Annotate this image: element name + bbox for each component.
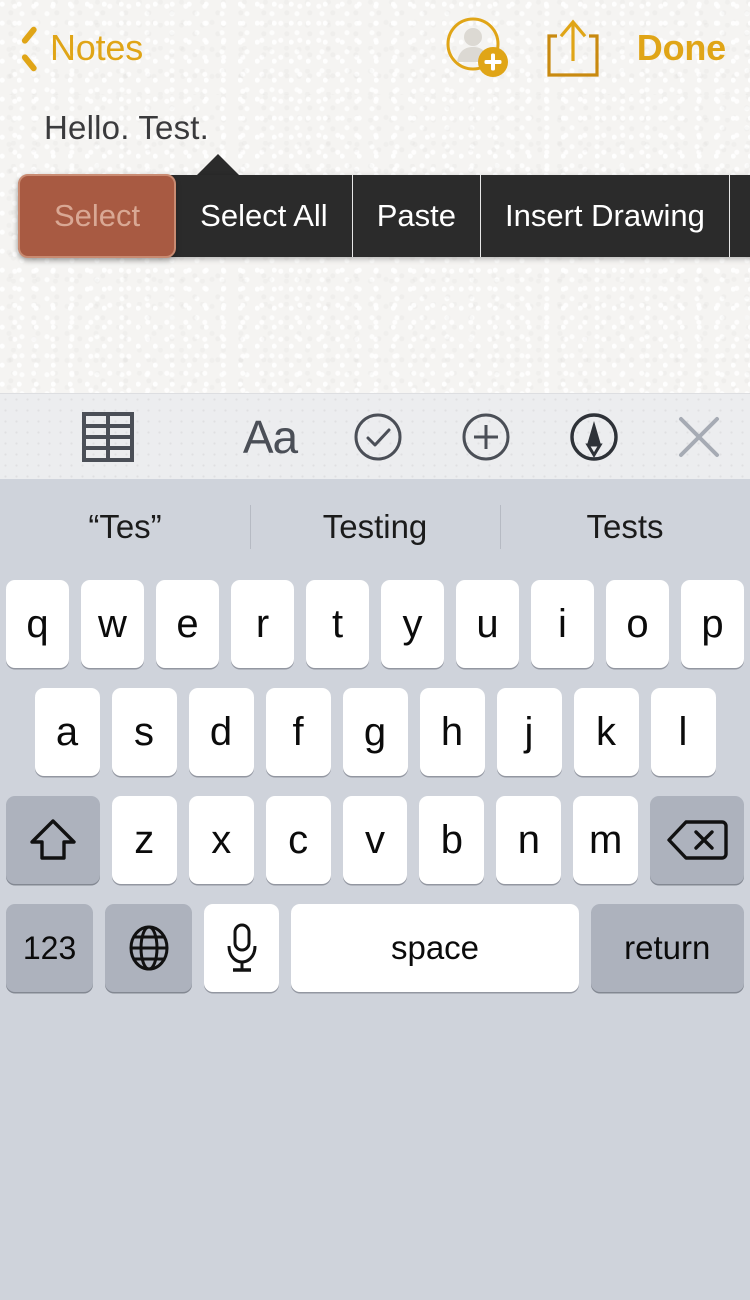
back-button-label: Notes <box>50 26 144 68</box>
text-format-button[interactable]: Aa <box>216 394 324 480</box>
globe-icon <box>129 925 169 971</box>
key-f[interactable]: f <box>265 688 331 776</box>
key-v[interactable]: v <box>342 796 408 884</box>
chevron-left-icon <box>20 31 40 65</box>
context-menu-more-button[interactable] <box>730 175 750 257</box>
key-k[interactable]: k <box>573 688 639 776</box>
key-n[interactable]: n <box>496 796 562 884</box>
numbers-key[interactable]: 123 <box>6 904 94 992</box>
backspace-key[interactable] <box>650 796 745 884</box>
prediction-candidate-2[interactable]: Testing <box>250 508 500 546</box>
key-z[interactable]: z <box>111 796 177 884</box>
key-q[interactable]: q <box>6 580 69 668</box>
key-x[interactable]: x <box>188 796 254 884</box>
note-body-text: Hello. Test. <box>44 109 210 146</box>
key-o[interactable]: o <box>606 580 669 668</box>
dismiss-keyboard-button[interactable] <box>648 394 750 480</box>
microphone-icon <box>227 923 257 972</box>
prediction-candidate-3[interactable]: Tests <box>500 508 750 546</box>
context-menu-pointer <box>196 154 240 176</box>
notes-keyboard-toolbar: Aa <box>0 393 750 479</box>
add-person-icon <box>446 17 508 77</box>
text-format-icon: Aa <box>242 410 298 463</box>
key-r[interactable]: r <box>231 580 294 668</box>
space-key[interactable]: space <box>291 904 579 992</box>
predictive-text-bar: “Tes” Testing Tests <box>0 479 750 574</box>
key-i[interactable]: i <box>531 580 594 668</box>
key-s[interactable]: s <box>111 688 177 776</box>
key-b[interactable]: b <box>419 796 485 884</box>
edit-context-menu: Select Select All Paste Insert Drawing <box>18 154 750 258</box>
return-key[interactable]: return <box>590 904 744 992</box>
share-up-arrow-icon <box>547 19 599 77</box>
checklist-circle-icon <box>354 413 402 460</box>
key-l[interactable]: l <box>650 688 716 776</box>
markup-pen-icon <box>570 412 618 461</box>
key-w[interactable]: w <box>81 580 144 668</box>
keyboard-row-2: a s d f g h j k l <box>0 688 750 776</box>
key-e[interactable]: e <box>156 580 219 668</box>
keyboard-row-4: 123 space return <box>0 904 750 992</box>
key-u[interactable]: u <box>456 580 519 668</box>
globe-key[interactable] <box>105 904 193 992</box>
context-menu-item-select-all[interactable]: Select All <box>176 175 353 257</box>
shift-key[interactable] <box>5 796 100 884</box>
keyboard-row-1: q w e r t y u i o p <box>0 580 750 668</box>
add-person-button[interactable] <box>429 12 525 84</box>
share-button[interactable] <box>525 12 621 84</box>
key-c[interactable]: c <box>265 796 331 884</box>
key-d[interactable]: d <box>188 688 254 776</box>
table-button[interactable] <box>0 394 216 480</box>
checklist-button[interactable] <box>324 394 432 480</box>
shift-up-arrow-icon <box>30 819 76 860</box>
add-attachment-button[interactable] <box>432 394 540 480</box>
keyboard-row-3: z x c v b n m <box>0 796 750 884</box>
notes-app-screen: Notes Done Hello. Test. Select Select Al… <box>0 0 750 1300</box>
dictation-key[interactable] <box>204 904 280 992</box>
table-icon <box>82 411 134 462</box>
key-h[interactable]: h <box>419 688 485 776</box>
key-t[interactable]: t <box>306 580 369 668</box>
context-menu-bar: Select Select All Paste Insert Drawing <box>18 174 750 258</box>
on-screen-keyboard: q w e r t y u i o p a s d f g h j k l z … <box>0 574 750 1300</box>
navigation-bar: Notes Done <box>0 0 750 95</box>
backspace-delete-icon <box>667 820 728 860</box>
key-g[interactable]: g <box>342 688 408 776</box>
key-j[interactable]: j <box>496 688 562 776</box>
note-editor-area[interactable]: Hello. Test. Select Select All Paste Ins… <box>0 95 750 393</box>
navbar-actions: Done <box>429 0 750 95</box>
context-menu-item-paste[interactable]: Paste <box>353 175 481 257</box>
add-circle-icon <box>462 413 510 460</box>
context-menu-item-insert-drawing[interactable]: Insert Drawing <box>481 175 730 257</box>
key-a[interactable]: a <box>34 688 100 776</box>
done-button[interactable]: Done <box>621 27 750 69</box>
back-to-notes-button[interactable]: Notes <box>20 27 143 69</box>
context-menu-item-select[interactable]: Select <box>18 174 177 258</box>
key-m[interactable]: m <box>573 796 639 884</box>
key-p[interactable]: p <box>681 580 744 668</box>
close-icon <box>679 416 719 457</box>
prediction-candidate-1[interactable]: “Tes” <box>0 508 250 546</box>
key-y[interactable]: y <box>381 580 444 668</box>
markup-button[interactable] <box>540 394 648 480</box>
